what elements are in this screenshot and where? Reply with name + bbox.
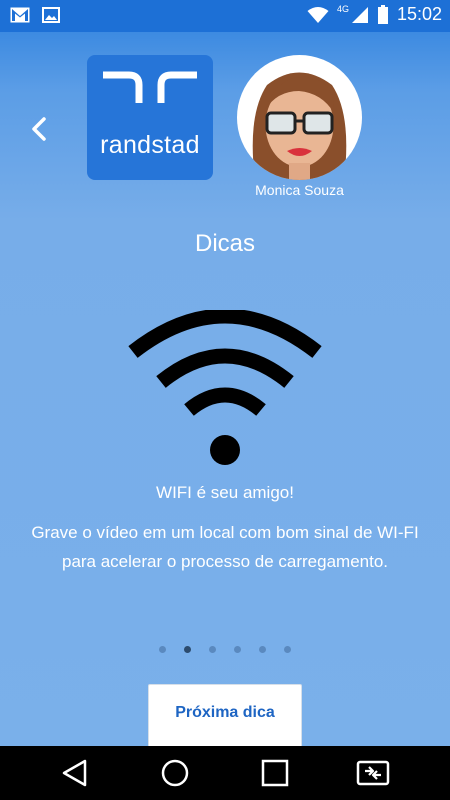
pager-dot[interactable] <box>234 646 241 653</box>
recents-square-icon[interactable] <box>258 756 292 790</box>
chevron-left-icon <box>32 117 46 141</box>
tip-body: Grave o vídeo em um local com bom sinal … <box>31 523 419 571</box>
network-type: 4G <box>336 3 349 14</box>
image-icon <box>42 7 60 23</box>
wifi-icon <box>128 310 322 465</box>
pager-dot[interactable] <box>259 646 266 653</box>
user-name: Monica Souza <box>255 182 344 198</box>
navigation-bar <box>0 746 450 800</box>
page-title: Dicas <box>194 230 255 257</box>
avatar[interactable] <box>237 55 362 180</box>
home-circle-icon[interactable] <box>158 756 192 790</box>
status-bar: 4G 15:02 <box>0 0 450 32</box>
wifi-status-icon <box>307 6 329 23</box>
avatar-illustration <box>237 55 362 180</box>
tip-heading: WIFI é seu amigo! <box>156 483 294 502</box>
gmail-icon <box>10 7 30 23</box>
signal-icon <box>351 6 368 23</box>
pager-dot[interactable] <box>284 646 291 653</box>
status-time: 15:02 <box>396 4 442 24</box>
pager-dot[interactable] <box>159 646 166 653</box>
back-triangle-icon[interactable] <box>58 756 92 790</box>
back-button[interactable] <box>22 110 56 148</box>
screen: 4G 15:02 randstad Monica Souza Dicas WIF… <box>0 0 450 800</box>
pager-dots <box>0 646 450 653</box>
pager-dot[interactable] <box>209 646 216 653</box>
battery-icon <box>377 4 388 24</box>
logo-text: randstad <box>100 131 200 159</box>
pager-dot-active[interactable] <box>184 646 191 653</box>
screen-cast-icon[interactable] <box>356 756 390 790</box>
randstad-logo: randstad <box>87 55 213 180</box>
randstad-mark-icon <box>103 71 197 103</box>
next-tip-button[interactable]: Próxima dica <box>148 684 302 748</box>
